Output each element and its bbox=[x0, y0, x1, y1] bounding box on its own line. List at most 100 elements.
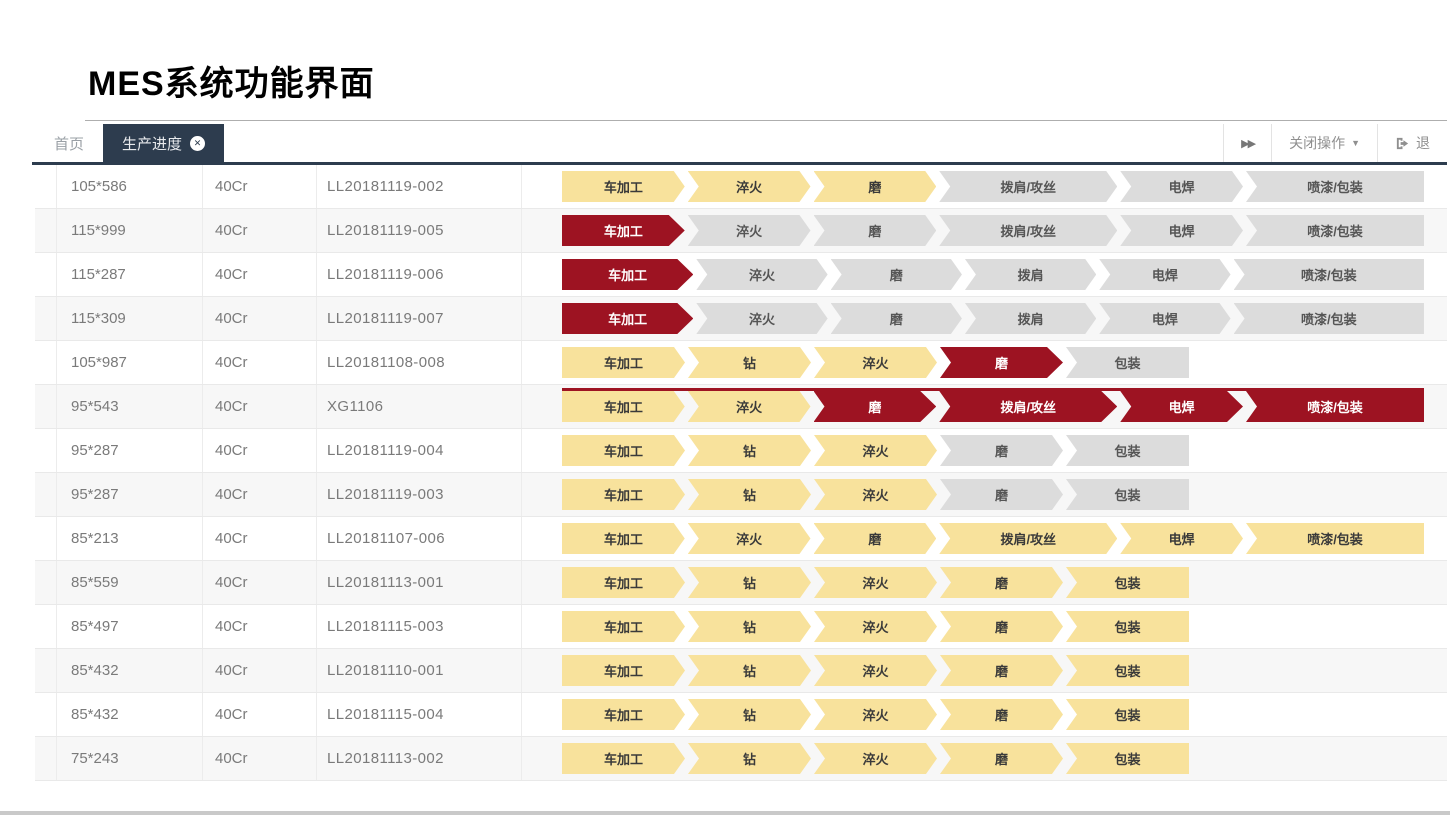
process-flow-bar: 车加工钻淬火磨包装 bbox=[562, 347, 1189, 378]
row-gutter-cell bbox=[35, 473, 57, 516]
table-row[interactable]: 105*98740CrLL20181108-008车加工钻淬火磨包装 bbox=[35, 341, 1447, 385]
process-flow-bar: 车加工淬火磨拨肩/攻丝电焊喷漆/包装 bbox=[562, 523, 1424, 554]
row-gutter-cell bbox=[35, 517, 57, 560]
process-step: 车加工 bbox=[562, 303, 693, 334]
process-flow-bar: 车加工钻淬火磨包装 bbox=[562, 567, 1189, 598]
process-flow-cell: 车加工淬火磨拨肩/攻丝电焊喷漆/包装 bbox=[522, 209, 1447, 252]
dimension-cell: 85*497 bbox=[57, 605, 203, 648]
table-row[interactable]: 85*49740CrLL20181115-003车加工钻淬火磨包装 bbox=[35, 605, 1447, 649]
process-step: 淬火 bbox=[696, 303, 827, 334]
process-step: 磨 bbox=[831, 259, 962, 290]
process-step: 磨 bbox=[831, 303, 962, 334]
process-flow-cell: 车加工淬火磨拨肩/攻丝电焊喷漆/包装 bbox=[522, 385, 1447, 428]
process-flow-cell: 车加工钻淬火磨包装 bbox=[522, 429, 1447, 472]
process-step: 磨 bbox=[940, 611, 1063, 642]
dimension-cell: 115*287 bbox=[57, 253, 203, 296]
close-tab-icon[interactable]: ✕ bbox=[190, 136, 205, 151]
process-step: 磨 bbox=[940, 699, 1063, 730]
process-step: 电焊 bbox=[1120, 171, 1243, 202]
table-row[interactable]: 85*43240CrLL20181110-001车加工钻淬火磨包装 bbox=[35, 649, 1447, 693]
material-cell: 40Cr bbox=[203, 297, 317, 340]
table-row[interactable]: 105*58640CrLL20181119-002车加工淬火磨拨肩/攻丝电焊喷漆… bbox=[35, 165, 1447, 209]
process-step: 电焊 bbox=[1099, 303, 1230, 334]
table-row[interactable]: 85*43240CrLL20181115-004车加工钻淬火磨包装 bbox=[35, 693, 1447, 737]
title-divider bbox=[85, 120, 1447, 121]
dimension-cell: 95*543 bbox=[57, 385, 203, 428]
table-row[interactable]: 85*21340CrLL20181107-006车加工淬火磨拨肩/攻丝电焊喷漆/… bbox=[35, 517, 1447, 561]
scroll-tabs-button[interactable]: ▶▶ bbox=[1223, 124, 1271, 162]
process-flow-cell: 车加工钻淬火磨包装 bbox=[522, 561, 1447, 604]
table-row[interactable]: 95*54340CrXG1106车加工淬火磨拨肩/攻丝电焊喷漆/包装 bbox=[35, 385, 1447, 429]
row-gutter-cell bbox=[35, 297, 57, 340]
order-no-cell: LL20181119-004 bbox=[317, 429, 522, 472]
process-step: 车加工 bbox=[562, 347, 685, 378]
production-progress-table: 105*58640CrLL20181119-002车加工淬火磨拨肩/攻丝电焊喷漆… bbox=[35, 165, 1447, 781]
table-row[interactable]: 115*30940CrLL20181119-007车加工淬火磨拨肩电焊喷漆/包装 bbox=[35, 297, 1447, 341]
dimension-cell: 115*999 bbox=[57, 209, 203, 252]
tab-home-label: 首页 bbox=[54, 133, 84, 154]
process-step: 拨肩/攻丝 bbox=[939, 171, 1117, 202]
process-step: 钻 bbox=[688, 567, 811, 598]
process-step: 磨 bbox=[940, 347, 1063, 378]
process-step: 磨 bbox=[940, 567, 1063, 598]
table-row[interactable]: 95*28740CrLL20181119-004车加工钻淬火磨包装 bbox=[35, 429, 1447, 473]
process-step: 淬火 bbox=[688, 171, 811, 202]
table-row[interactable]: 95*28740CrLL20181119-003车加工钻淬火磨包装 bbox=[35, 473, 1447, 517]
process-step: 车加工 bbox=[562, 171, 685, 202]
double-right-arrows-icon: ▶▶ bbox=[1241, 137, 1254, 150]
caret-down-icon: ▼ bbox=[1351, 138, 1360, 148]
row-gutter-cell bbox=[35, 561, 57, 604]
process-flow-cell: 车加工淬火磨拨肩/攻丝电焊喷漆/包装 bbox=[522, 165, 1447, 208]
process-flow-cell: 车加工钻淬火磨包装 bbox=[522, 605, 1447, 648]
material-cell: 40Cr bbox=[203, 517, 317, 560]
material-cell: 40Cr bbox=[203, 561, 317, 604]
process-flow-bar: 车加工钻淬火磨包装 bbox=[562, 611, 1189, 642]
material-cell: 40Cr bbox=[203, 341, 317, 384]
process-flow-bar: 车加工淬火磨拨肩/攻丝电焊喷漆/包装 bbox=[562, 391, 1424, 422]
process-flow-cell: 车加工钻淬火磨包装 bbox=[522, 693, 1447, 736]
process-flow-cell: 车加工淬火磨拨肩电焊喷漆/包装 bbox=[522, 297, 1447, 340]
process-step: 车加工 bbox=[562, 699, 685, 730]
material-cell: 40Cr bbox=[203, 209, 317, 252]
process-step: 喷漆/包装 bbox=[1246, 391, 1424, 422]
process-step: 包装 bbox=[1066, 479, 1189, 510]
tab-home[interactable]: 首页 bbox=[35, 124, 103, 162]
table-row[interactable]: 115*28740CrLL20181119-006车加工淬火磨拨肩电焊喷漆/包装 bbox=[35, 253, 1447, 297]
logout-button[interactable]: 退 bbox=[1377, 124, 1447, 162]
process-step: 电焊 bbox=[1099, 259, 1230, 290]
process-step: 车加工 bbox=[562, 479, 685, 510]
process-flow-cell: 车加工钻淬火磨包装 bbox=[522, 737, 1447, 780]
close-operations-dropdown[interactable]: 关闭操作 ▼ bbox=[1271, 124, 1377, 162]
process-flow-bar: 车加工钻淬火磨包装 bbox=[562, 743, 1189, 774]
process-step: 磨 bbox=[814, 171, 937, 202]
tab-production-progress[interactable]: 生产进度 ✕ bbox=[103, 124, 224, 162]
order-no-cell: XG1106 bbox=[317, 385, 522, 428]
process-step: 钻 bbox=[688, 699, 811, 730]
process-flow-bar: 车加工钻淬火磨包装 bbox=[562, 479, 1189, 510]
row-gutter-cell bbox=[35, 605, 57, 648]
process-flow-bar: 车加工钻淬火磨包装 bbox=[562, 699, 1189, 730]
process-step: 包装 bbox=[1066, 743, 1189, 774]
process-step: 喷漆/包装 bbox=[1234, 303, 1424, 334]
process-step: 磨 bbox=[940, 743, 1063, 774]
process-step: 车加工 bbox=[562, 611, 685, 642]
process-step: 淬火 bbox=[814, 655, 937, 686]
dimension-cell: 105*586 bbox=[57, 165, 203, 208]
process-step: 钻 bbox=[688, 743, 811, 774]
process-step: 车加工 bbox=[562, 215, 685, 246]
process-step: 钻 bbox=[688, 347, 811, 378]
process-step: 磨 bbox=[940, 435, 1063, 466]
slide-root: MES系统功能界面 首页 生产进度 ✕ ▶▶ 关闭操作 ▼ bbox=[0, 0, 1450, 818]
process-step: 淬火 bbox=[688, 215, 811, 246]
process-step: 喷漆/包装 bbox=[1246, 523, 1424, 554]
process-step: 车加工 bbox=[562, 391, 685, 422]
table-row[interactable]: 75*24340CrLL20181113-002车加工钻淬火磨包装 bbox=[35, 737, 1447, 781]
dimension-cell: 85*432 bbox=[57, 693, 203, 736]
table-row[interactable]: 85*55940CrLL20181113-001车加工钻淬火磨包装 bbox=[35, 561, 1447, 605]
dimension-cell: 105*987 bbox=[57, 341, 203, 384]
process-flow-bar: 车加工淬火磨拨肩电焊喷漆/包装 bbox=[562, 303, 1424, 334]
process-step: 淬火 bbox=[688, 391, 811, 422]
process-step: 淬火 bbox=[814, 347, 937, 378]
table-row[interactable]: 115*99940CrLL20181119-005车加工淬火磨拨肩/攻丝电焊喷漆… bbox=[35, 209, 1447, 253]
logout-label: 退 bbox=[1416, 133, 1430, 153]
